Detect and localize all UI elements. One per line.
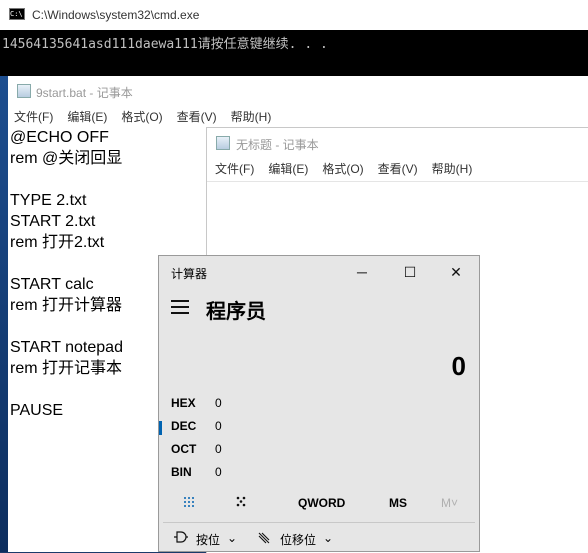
menu-help[interactable]: 帮助(H)	[231, 108, 272, 125]
radix-label: OCT	[171, 442, 197, 456]
calculator-window: 计算器 ─ ☐ ✕ 程序员 0 HEX 0 DEC 0 OCT 0 BIN 0 …	[158, 255, 480, 552]
radix-value: 0	[215, 465, 222, 479]
radix-value: 0	[215, 419, 222, 433]
menu-edit[interactable]: 编辑(E)	[268, 160, 308, 177]
notepad-untitled-menubar: 文件(F) 编辑(E) 格式(O) 查看(V) 帮助(H)	[215, 160, 486, 180]
notepad-untitled-title-bar[interactable]: 无标题 - 记事本	[207, 128, 588, 157]
notepad-main-title-bar[interactable]: 9start.bat - 记事本	[8, 76, 588, 105]
radix-hex[interactable]: HEX 0	[159, 396, 479, 418]
radix-dec[interactable]: DEC 0	[159, 419, 479, 441]
radix-label: DEC	[171, 419, 197, 433]
chevron-down-icon: ⌄	[323, 531, 334, 545]
radix-bin[interactable]: BIN 0	[159, 465, 479, 487]
bitwise-icon	[173, 531, 189, 546]
tab-divider	[163, 522, 475, 523]
notepad-icon	[17, 84, 31, 98]
desktop-background	[0, 76, 8, 552]
menubar-divider	[207, 181, 588, 182]
minimize-button[interactable]: ─	[339, 260, 385, 284]
bit-shift-dropdown[interactable]: 位移位	[280, 531, 316, 548]
maximize-button[interactable]: ☐	[387, 260, 433, 284]
radix-label: HEX	[171, 396, 196, 410]
menu-file[interactable]: 文件(F)	[14, 108, 53, 125]
calculator-title: 计算器	[171, 267, 208, 281]
menu-format[interactable]: 格式(O)	[121, 108, 162, 125]
calculator-display: 0	[451, 351, 466, 381]
close-button[interactable]: ✕	[433, 260, 479, 284]
radix-oct[interactable]: OCT 0	[159, 442, 479, 464]
cmd-title-bar[interactable]: C:\ C:\Windows\system32\cmd.exe	[0, 0, 588, 30]
bitwise-dropdown[interactable]: 按位	[196, 531, 220, 548]
notepad-main-text-area[interactable]: @ECHO OFF rem @关闭回显 TYPE 2.txt START 2.t…	[10, 127, 123, 421]
calculator-tab-row: QWORD MS M˅	[159, 488, 479, 518]
menu-view[interactable]: 查看(V)	[378, 160, 418, 177]
memory-store-button[interactable]: MS	[389, 496, 407, 510]
notepad-untitled-title: 无标题 - 记事本	[236, 138, 319, 152]
bit-toggle-keypad-icon[interactable]	[235, 496, 247, 511]
cmd-icon: C:\	[9, 8, 25, 20]
radix-value: 0	[215, 396, 222, 410]
menu-file[interactable]: 文件(F)	[215, 160, 254, 177]
radix-value: 0	[215, 442, 222, 456]
hamburger-menu-icon[interactable]	[171, 300, 189, 318]
notepad-main-title: 9start.bat - 记事本	[36, 86, 133, 100]
full-keypad-icon[interactable]	[183, 496, 195, 511]
chevron-down-icon: ⌄	[227, 531, 238, 545]
cmd-window: C:\ C:\Windows\system32\cmd.exe 14564135…	[0, 0, 588, 76]
radix-label: BIN	[171, 465, 192, 479]
menu-format[interactable]: 格式(O)	[322, 160, 363, 177]
calculator-mode-title: 程序员	[206, 301, 266, 323]
menu-edit[interactable]: 编辑(E)	[67, 108, 107, 125]
cmd-output: 14564135641asd111daewa111请按任意键继续. . .	[2, 37, 328, 52]
selected-indicator	[159, 421, 162, 435]
menu-help[interactable]: 帮助(H)	[432, 160, 473, 177]
notepad-icon	[216, 136, 230, 150]
memory-list-button[interactable]: M˅	[441, 496, 458, 510]
menu-view[interactable]: 查看(V)	[177, 108, 217, 125]
cmd-title: C:\Windows\system32\cmd.exe	[32, 8, 200, 22]
bit-shift-icon	[257, 531, 271, 548]
word-size-button[interactable]: QWORD	[298, 496, 345, 510]
notepad-main-menubar: 文件(F) 编辑(E) 格式(O) 查看(V) 帮助(H)	[14, 108, 285, 128]
